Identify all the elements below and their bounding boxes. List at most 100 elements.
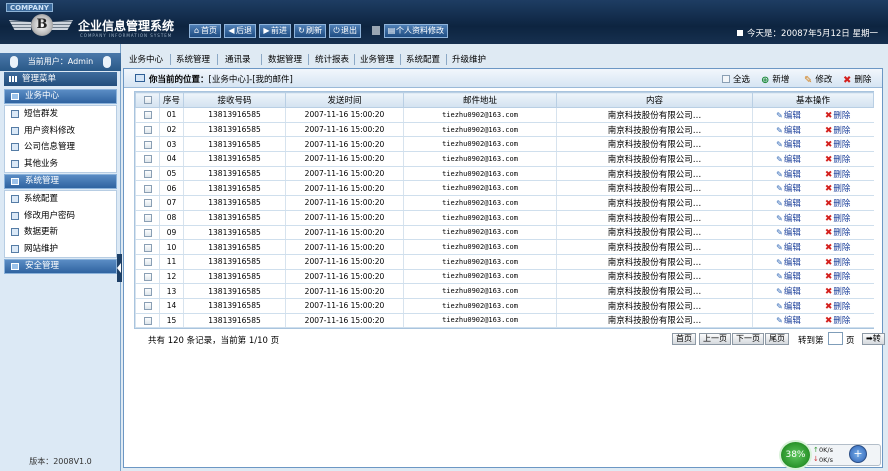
nav-item-business-management[interactable]: 业务管理 <box>360 53 394 65</box>
edit-link[interactable]: ✎编辑 <box>776 243 801 253</box>
accelerate-icon[interactable]: + <box>849 445 867 463</box>
next-page-button[interactable]: 下一页 <box>732 333 764 345</box>
checkbox-icon[interactable] <box>143 170 152 179</box>
delete-link[interactable]: ✖删除 <box>825 316 851 326</box>
edit-link[interactable]: ✎编辑 <box>776 155 801 165</box>
row-select-cell[interactable] <box>135 180 160 197</box>
refresh-button[interactable]: ↻刷新 <box>294 24 326 38</box>
back-button[interactable]: ◀后退 <box>224 24 256 38</box>
delete-link[interactable]: ✖删除 <box>825 228 851 238</box>
table-row[interactable]: 12 13813916585 2007-11-16 15:00:20 tiezhu09… <box>135 269 874 285</box>
row-select-cell[interactable] <box>135 210 160 226</box>
delete-link[interactable]: ✖删除 <box>825 155 851 165</box>
sidebar-group-system[interactable]: 系统管理 <box>4 174 117 189</box>
delete-link[interactable]: ✖删除 <box>825 287 851 297</box>
delete-link[interactable]: ✖删除 <box>825 184 851 194</box>
checkbox-icon[interactable] <box>143 199 152 208</box>
table-row[interactable]: 03 13813916585 2007-11-16 15:00:20 tiezhu09… <box>135 136 874 153</box>
table-row[interactable]: 14 13813916585 2007-11-16 15:00:20 tiezhu09… <box>135 298 874 314</box>
row-select-cell[interactable] <box>135 313 160 329</box>
row-select-cell[interactable] <box>135 298 160 314</box>
delete-link[interactable]: ✖删除 <box>825 199 851 209</box>
delete-link[interactable]: ✖删除 <box>825 302 851 312</box>
edit-link[interactable]: ✎编辑 <box>776 140 801 150</box>
first-page-button[interactable]: 首页 <box>672 333 696 345</box>
last-page-button[interactable]: 尾页 <box>765 333 789 345</box>
table-row[interactable]: 15 13813916585 2007-11-16 15:00:20 tiezhu09… <box>135 313 874 329</box>
table-row[interactable]: 04 13813916585 2007-11-16 15:00:20 tiezhu09… <box>135 151 874 167</box>
table-row[interactable]: 09 13813916585 2007-11-16 15:00:20 tiezhu09… <box>135 225 874 241</box>
row-select-cell[interactable] <box>135 283 160 299</box>
nav-item-system-config[interactable]: 系统配置 <box>406 53 440 65</box>
checkbox-icon[interactable] <box>143 126 152 135</box>
sidebar-item-company-info[interactable]: 公司信息管理 <box>5 139 116 156</box>
checkbox-icon[interactable] <box>143 111 152 120</box>
nav-item-system-management[interactable]: 系统管理 <box>176 53 210 65</box>
goto-page-input[interactable] <box>828 332 843 345</box>
edit-link[interactable]: ✎编辑 <box>776 170 801 180</box>
delete-button[interactable]: ✖ 删除 <box>843 73 871 86</box>
edit-link[interactable]: ✎编辑 <box>776 272 801 282</box>
go-button[interactable]: ➡转 <box>862 333 885 345</box>
row-select-cell[interactable] <box>135 166 160 182</box>
nav-item-data-management[interactable]: 数据管理 <box>268 53 302 65</box>
delete-link[interactable]: ✖删除 <box>825 243 851 253</box>
forward-button[interactable]: ▶前进 <box>259 24 291 38</box>
home-button[interactable]: ⌂ 首页 <box>189 24 221 38</box>
nav-item-business-center[interactable]: 业务中心 <box>129 53 163 65</box>
sidebar-item-other-business[interactable]: 其他业务 <box>5 156 116 173</box>
sidebar-item-change-password[interactable]: 修改用户密码 <box>5 208 116 225</box>
select-all-button[interactable]: 全选 <box>722 73 750 85</box>
row-select-cell[interactable] <box>135 107 160 123</box>
delete-link[interactable]: ✖删除 <box>825 170 851 180</box>
row-select-cell[interactable] <box>135 239 160 255</box>
table-row[interactable]: 02 13813916585 2007-11-16 15:00:20 tiezhu09… <box>135 122 874 138</box>
sidebar-item-system-config[interactable]: 系统配置 <box>5 191 116 208</box>
row-select-cell[interactable] <box>135 195 160 211</box>
row-select-cell[interactable] <box>135 122 160 138</box>
table-row[interactable]: 06 13813916585 2007-11-16 15:00:20 tiezhu09… <box>135 180 874 197</box>
checkbox-icon[interactable] <box>143 140 152 149</box>
edit-link[interactable]: ✎编辑 <box>776 199 801 209</box>
delete-link[interactable]: ✖删除 <box>825 258 851 268</box>
profile-edit-button[interactable]: ▤个人资料修改 <box>384 24 448 38</box>
table-row[interactable]: 01 13813916585 2007-11-16 15:00:20 tiezhu09… <box>135 107 874 123</box>
edit-link[interactable]: ✎编辑 <box>776 302 801 312</box>
sidebar-item-sms-broadcast[interactable]: 短信群发 <box>5 106 116 123</box>
nav-item-upgrade[interactable]: 升级维护 <box>452 53 486 65</box>
checkbox-icon[interactable] <box>143 287 152 296</box>
edit-link[interactable]: ✎编辑 <box>776 184 801 194</box>
checkbox-icon[interactable] <box>143 258 152 267</box>
prev-page-button[interactable]: 上一页 <box>699 333 731 345</box>
checkbox-icon[interactable] <box>143 302 152 311</box>
table-row[interactable]: 07 13813916585 2007-11-16 15:00:20 tiezhu09… <box>135 195 874 211</box>
row-select-cell[interactable] <box>135 136 160 153</box>
sidebar-item-edit-user-profile[interactable]: 用户资料修改 <box>5 123 116 140</box>
row-select-cell[interactable] <box>135 225 160 241</box>
edit-link[interactable]: ✎编辑 <box>776 287 801 297</box>
checkbox-icon[interactable] <box>143 155 152 164</box>
delete-link[interactable]: ✖删除 <box>825 272 851 282</box>
checkbox-icon[interactable] <box>143 214 152 223</box>
checkbox-icon[interactable] <box>143 95 152 104</box>
delete-link[interactable]: ✖删除 <box>825 140 851 150</box>
add-button[interactable]: ⊕ 新增 <box>761 73 789 86</box>
checkbox-icon[interactable] <box>143 316 152 325</box>
row-select-cell[interactable] <box>135 269 160 285</box>
table-row[interactable]: 08 13813916585 2007-11-16 15:00:20 tiezhu09… <box>135 210 874 226</box>
checkbox-icon[interactable] <box>143 184 152 193</box>
edit-link[interactable]: ✎编辑 <box>776 126 801 136</box>
delete-link[interactable]: ✖删除 <box>825 214 851 224</box>
table-row[interactable]: 05 13813916585 2007-11-16 15:00:20 tiezhu09… <box>135 166 874 182</box>
delete-link[interactable]: ✖删除 <box>825 126 851 136</box>
checkbox-icon[interactable] <box>143 228 152 237</box>
edit-link[interactable]: ✎编辑 <box>776 258 801 268</box>
edit-button[interactable]: ✎ 修改 <box>804 73 832 86</box>
table-row[interactable]: 11 13813916585 2007-11-16 15:00:20 tiezhu09… <box>135 254 874 270</box>
logout-button[interactable]: ⏻退出 <box>329 24 361 38</box>
table-row[interactable]: 10 13813916585 2007-11-16 15:00:20 tiezhu09… <box>135 239 874 255</box>
row-select-cell[interactable] <box>135 151 160 167</box>
sidebar-item-site-maintenance[interactable]: 网站维护 <box>5 241 116 258</box>
nav-item-statistics[interactable]: 统计报表 <box>315 53 349 65</box>
checkbox-icon[interactable] <box>143 272 152 281</box>
